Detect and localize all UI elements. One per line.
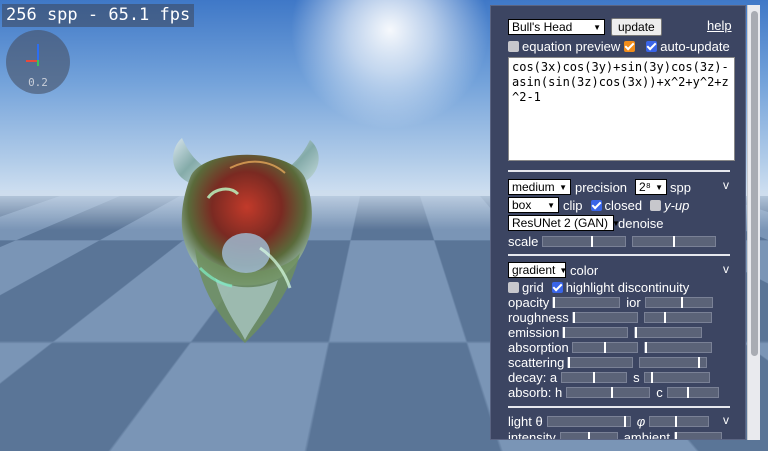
preset-select[interactable]: Bull's Head ▼ [508, 19, 605, 35]
precision-select[interactable]: medium ▼ [508, 179, 571, 195]
scrollbar-thumb[interactable] [751, 11, 758, 356]
auto-update-label: auto-update [660, 38, 730, 54]
slider-handle[interactable] [563, 326, 566, 338]
scale-slider-a[interactable] [542, 235, 627, 247]
opacity-slider[interactable] [552, 296, 621, 308]
ior-slider[interactable] [644, 296, 713, 308]
slider-handle[interactable] [611, 386, 614, 398]
clip-select[interactable]: box ▼ [508, 197, 559, 213]
axis-scale-label: 0.2 [28, 76, 48, 89]
slider-handle[interactable] [568, 356, 571, 368]
scale-label: scale [508, 233, 539, 249]
control-panel: Bull's Head ▼ update help equation previe… [490, 5, 746, 440]
slider-handle[interactable] [675, 415, 678, 427]
light-phi-slider[interactable] [649, 415, 710, 427]
light-theta-slider[interactable] [546, 415, 631, 427]
slider-handle[interactable] [663, 311, 666, 323]
scattering-slider-b[interactable] [639, 356, 708, 368]
closed-label: closed [604, 197, 643, 213]
light-collapse-toggle[interactable]: v [723, 413, 729, 427]
intensity-label: intensity [508, 429, 556, 440]
equation-input[interactable]: cos(3x)cos(3y)+sin(3y)cos(3z)-asin(sin(3… [508, 57, 735, 161]
auto-update-checkbox[interactable] [646, 40, 658, 52]
z-axis-icon [37, 60, 39, 66]
chevron-down-icon: ▼ [655, 182, 664, 192]
spp-select[interactable]: 2⁸ ▼ [635, 179, 668, 195]
decay-a-slider[interactable] [561, 371, 628, 383]
ambient-slider[interactable] [673, 431, 722, 439]
absorb-c-slider[interactable] [666, 386, 719, 398]
slider-handle[interactable] [686, 386, 689, 398]
equation-preview-label: equation preview [522, 38, 621, 54]
absorption-slider-b[interactable] [643, 341, 712, 353]
slider-handle[interactable] [650, 371, 653, 383]
slider-handle[interactable] [698, 356, 701, 368]
scale-slider-b[interactable] [632, 235, 717, 247]
denoise-label: denoise [618, 215, 664, 231]
color-mode-select[interactable]: gradient ▼ [508, 262, 568, 278]
equation-preview-checkbox[interactable] [508, 40, 519, 52]
section-divider [508, 254, 730, 256]
slider-handle[interactable] [572, 311, 575, 323]
extra-option-checkbox[interactable] [624, 40, 636, 52]
light-phi-label: φ [636, 413, 646, 429]
help-link[interactable]: help [707, 18, 732, 33]
update-button[interactable]: update [611, 18, 662, 36]
absorb-h-slider[interactable] [566, 386, 651, 398]
ambient-label: ambient [623, 429, 670, 440]
clip-select-value: box [512, 198, 532, 212]
absorb-h-label: absorb: h [508, 384, 563, 400]
emission-slider-b[interactable] [634, 326, 703, 338]
absorb-c-label: c [656, 384, 663, 400]
denoise-select[interactable]: ResUNet 2 (GAN) ▼ [508, 215, 620, 231]
section-divider [508, 406, 730, 408]
absorption-slider[interactable] [571, 341, 638, 353]
slider-handle[interactable] [635, 326, 638, 338]
slider-handle[interactable] [591, 235, 594, 247]
clip-label: clip [563, 197, 583, 213]
slider-handle[interactable] [587, 431, 590, 439]
axis-gizmo[interactable]: 0.2 [6, 30, 70, 94]
closed-checkbox[interactable] [590, 199, 602, 211]
material-collapse-toggle[interactable]: v [723, 262, 729, 276]
spp-label: spp [670, 179, 691, 195]
slider-handle[interactable] [674, 431, 677, 439]
slider-handle[interactable] [593, 371, 596, 383]
chevron-down-icon: ▼ [593, 22, 601, 32]
chevron-down-icon: ▼ [559, 182, 567, 192]
slider-handle[interactable] [673, 235, 676, 247]
preset-select-value: Bull's Head [512, 20, 573, 34]
intensity-slider[interactable] [559, 431, 618, 439]
chevron-down-icon: ▼ [559, 265, 568, 275]
slider-handle[interactable] [680, 296, 683, 308]
slider-handle[interactable] [553, 296, 556, 308]
precision-label: precision [575, 179, 628, 195]
scattering-slider[interactable] [567, 356, 634, 368]
sky-sun-glow [290, 0, 490, 130]
spp-select-value: 2⁸ [639, 180, 651, 194]
precision-select-value: medium [512, 180, 555, 194]
highlight-discontinuity-checkbox[interactable] [551, 281, 563, 293]
decay-s-slider[interactable] [643, 371, 710, 383]
slider-handle[interactable] [644, 341, 647, 353]
denoise-select-value: ResUNet 2 (GAN) [512, 216, 609, 230]
yup-checkbox[interactable] [650, 199, 662, 211]
fps-counter: 256 spp - 65.1 fps [2, 4, 195, 27]
yup-label: y-up [664, 197, 690, 213]
grid-checkbox[interactable] [508, 281, 519, 293]
light-theta-label: light θ [508, 413, 543, 429]
implicit-surface-render[interactable] [160, 128, 330, 348]
y-axis-icon [37, 44, 39, 61]
render-collapse-toggle[interactable]: v [723, 178, 729, 192]
color-label: color [570, 262, 599, 278]
color-mode-value: gradient [512, 263, 556, 277]
section-divider [508, 170, 730, 172]
chevron-down-icon: ▼ [547, 200, 555, 210]
slider-handle[interactable] [623, 415, 626, 427]
emission-slider[interactable] [562, 326, 629, 338]
roughness-slider-b[interactable] [643, 311, 712, 323]
roughness-slider[interactable] [571, 311, 638, 323]
panel-scrollbar[interactable] [747, 5, 760, 440]
slider-handle[interactable] [603, 341, 606, 353]
